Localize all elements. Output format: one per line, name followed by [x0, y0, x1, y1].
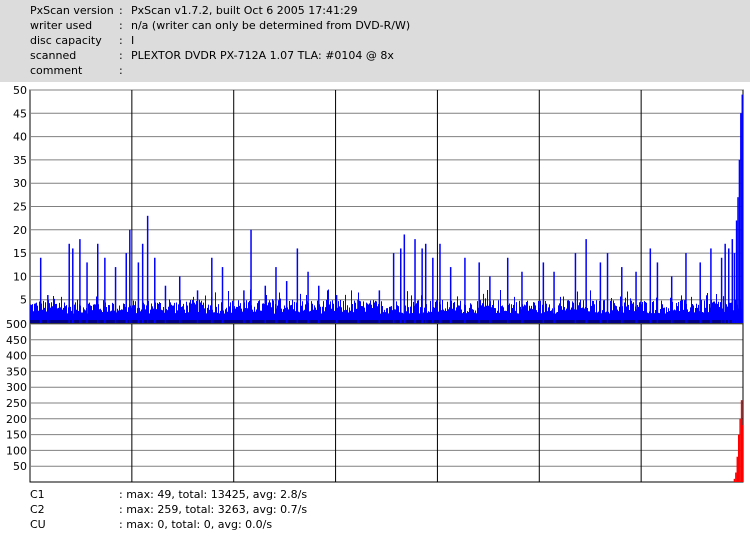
info-value: PLEXTOR DVDR PX-712A 1.07 TLA: #0104 @ 8…	[131, 49, 394, 62]
y-tick-label: 40	[13, 131, 27, 144]
summary-label: C2	[30, 503, 45, 516]
info-label: disc capacity	[30, 34, 102, 47]
info-value: n/a (writer can only be determined from …	[131, 19, 411, 32]
y-tick-label: 30	[13, 177, 27, 190]
scan-summary-footer: C1 : max: 49, total: 13425, avg: 2.8/s C…	[0, 486, 750, 536]
y-tick-label: 200	[6, 413, 27, 426]
y-tick-label: 20	[13, 224, 27, 237]
y-tick-label: 25	[13, 201, 27, 214]
y-tick-label: 50	[13, 84, 27, 97]
summary-value: : max: 0, total: 0, avg: 0.0/s	[119, 518, 273, 531]
info-value: I	[131, 34, 135, 47]
summary-label: CU	[30, 518, 46, 531]
y-tick-label: 400	[6, 350, 27, 363]
info-colon: :	[119, 49, 123, 62]
summary-value: : max: 259, total: 3263, avg: 0.7/s	[119, 503, 308, 516]
info-label: comment	[30, 64, 83, 77]
info-value: PxScan v1.7.2, built Oct 6 2005 17:41:29	[131, 4, 358, 17]
y-tick-label: 10	[13, 270, 27, 283]
y-tick-label: 100	[6, 444, 27, 457]
info-colon: :	[119, 19, 123, 32]
info-colon: :	[119, 64, 123, 77]
y-tick-label: 150	[6, 429, 27, 442]
info-label: scanned	[30, 49, 77, 62]
y-tick-label: 300	[6, 381, 27, 394]
info-label: writer used	[30, 19, 93, 32]
info-colon: :	[119, 34, 123, 47]
y-tick-label: 35	[13, 154, 27, 167]
info-label: PxScan version	[30, 4, 114, 17]
y-tick-label: 250	[6, 397, 27, 410]
summary-label: C1	[30, 488, 45, 501]
y-tick-label: 45	[13, 107, 27, 120]
summary-value: : max: 49, total: 13425, avg: 2.8/s	[119, 488, 308, 501]
y-tick-label: 450	[6, 334, 27, 347]
y-tick-label: 350	[6, 365, 27, 378]
scan-chart: 50 45 40 35 30 25 20 15 10 5 500 450 400 350 300 250 20…	[6, 84, 744, 483]
scan-info-header: PxScan version : PxScan v1.7.2, built Oc…	[0, 0, 750, 82]
info-colon: :	[119, 4, 123, 17]
y-tick-label: 50	[13, 460, 27, 473]
c2-panel: 500 450 400 350 300 250 200 150 100 50	[6, 318, 744, 483]
y-tick-label: 500	[6, 318, 27, 331]
c1-panel: 50 45 40 35 30 25 20 15 10 5	[13, 84, 744, 324]
y-tick-label: 15	[13, 247, 27, 260]
y-tick-label: 5	[20, 294, 27, 307]
